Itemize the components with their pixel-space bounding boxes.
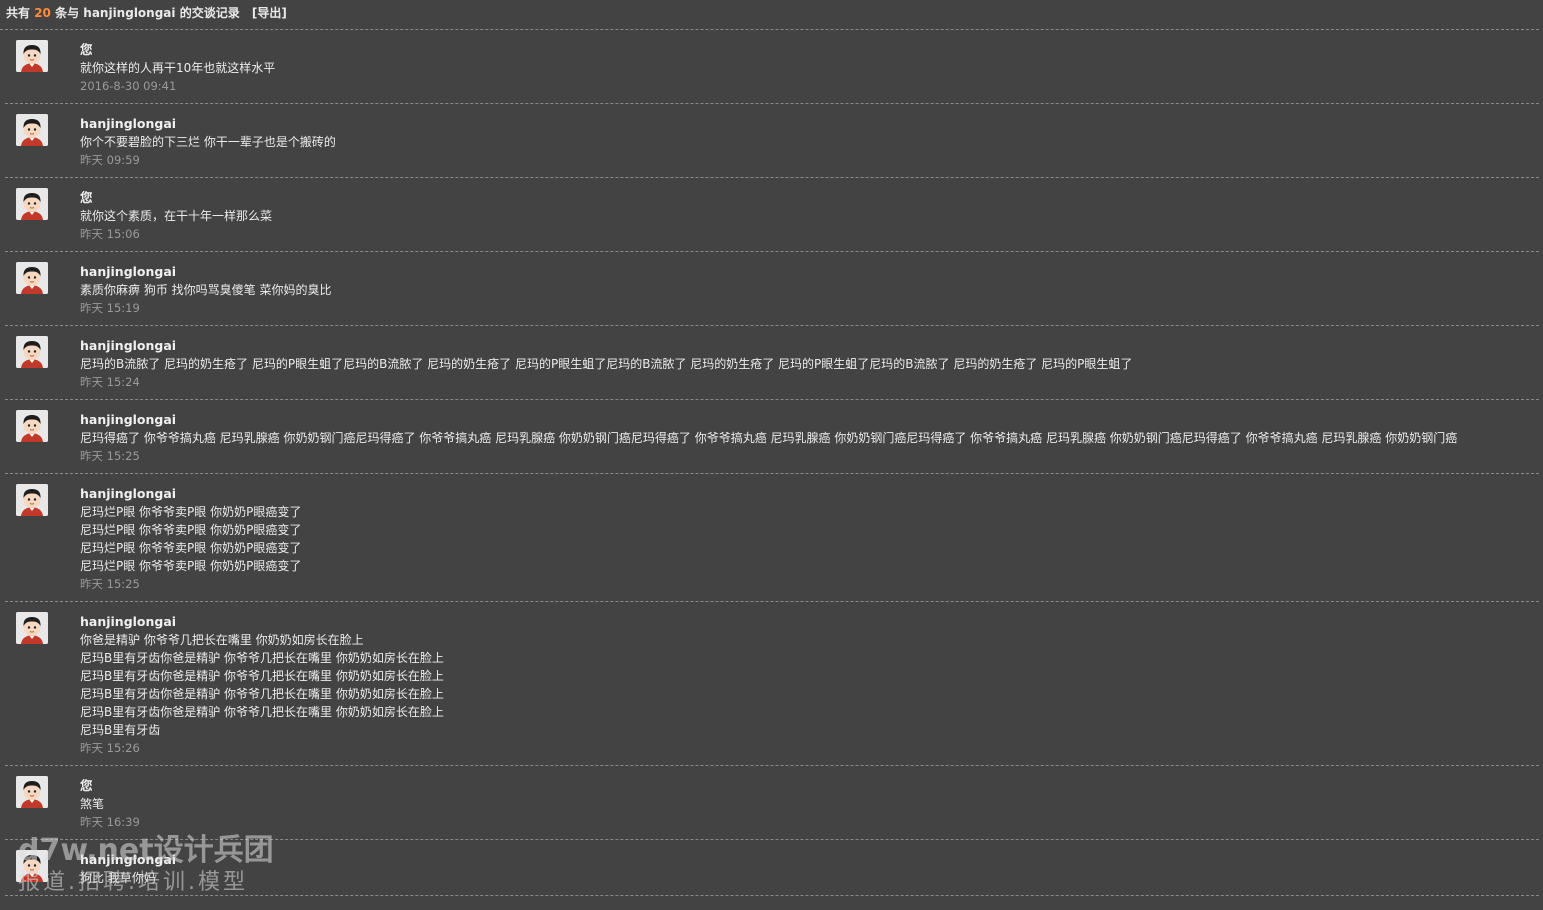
message-text: 尼玛烂P眼 你爷爷卖P眼 你奶奶P眼癌变了 — [80, 523, 302, 537]
message-item: hanjinglongai 你爸是精驴 你爷爷几把长在嘴里 你奶奶如房长在脸上 尼玛… — [5, 602, 1539, 766]
message-text: 素质你麻痹 狗币 找你吗骂臭傻笔 菜你妈的臭比 — [80, 283, 332, 297]
message-timestamp: 昨天 15:19 — [80, 301, 140, 315]
message-item: 您就你这个素质，在干十年一样那么菜 昨天 15:06 — [5, 178, 1539, 252]
message-timestamp: 昨天 15:25 — [80, 449, 140, 463]
message-text: 尼玛B里有牙齿 — [80, 723, 161, 737]
message-author[interactable]: 您 — [80, 189, 1539, 207]
message-text: 尼玛的B流脓了 尼玛的奶生疮了 尼玛的P眼生蛆了尼玛的B流脓了 尼玛的奶生疮了 … — [80, 357, 1133, 371]
message-item: hanjinglongai 尼玛得癌了 你爷爷搞丸癌 尼玛乳腺癌 你奶奶钢门癌尼玛… — [5, 400, 1539, 474]
chat-history-page: 共有 20 条与 hanjinglongai 的交谈记录 [导出] 您就你这样的… — [0, 0, 1543, 910]
message-timestamp: 昨天 15:24 — [80, 375, 140, 389]
message-author[interactable]: 您 — [80, 777, 1539, 795]
user-avatar-icon[interactable] — [16, 262, 48, 294]
message-item: 您就你这样的人再干10年也就这样水平 2016-8-30 09:41 — [5, 30, 1539, 104]
message-timestamp: 2016-8-30 09:41 — [80, 79, 177, 93]
message-text: 尼玛烂P眼 你爷爷卖P眼 你奶奶P眼癌变了 — [80, 541, 302, 555]
message-text: 煞笔 — [80, 797, 105, 811]
message-timestamp: 昨天 15:26 — [80, 741, 140, 755]
message-item: 您煞笔昨天 16:39 — [5, 766, 1539, 840]
user-avatar-icon[interactable] — [16, 612, 48, 644]
message-text: 尼玛烂P眼 你爷爷卖P眼 你奶奶P眼癌变了 — [80, 505, 302, 519]
message-timestamp: 昨天 15:25 — [80, 577, 140, 591]
header-suffix: 条与 hanjinglongai 的交谈记录 — [55, 6, 240, 20]
message-author[interactable]: hanjinglongai — [80, 115, 1539, 133]
message-text: 尼玛B里有牙齿你爸是精驴 你爷爷几把长在嘴里 你奶奶如房长在脸上 — [80, 651, 444, 665]
user-avatar-icon[interactable] — [16, 114, 48, 146]
message-timestamp: 昨天 15:06 — [80, 227, 140, 241]
message-item: hanjinglongai 尼玛的B流脓了 尼玛的奶生疮了 尼玛的P眼生蛆了尼玛的… — [5, 326, 1539, 400]
header-prefix: 共有 — [6, 6, 31, 20]
user-avatar-icon[interactable] — [16, 336, 48, 368]
message-count: 20 — [34, 6, 51, 20]
message-author[interactable]: hanjinglongai — [80, 851, 1539, 869]
message-text: 你爸是精驴 你爷爷几把长在嘴里 你奶奶如房长在脸上 — [80, 633, 364, 647]
message-text: 尼玛得癌了 你爷爷搞丸癌 尼玛乳腺癌 你奶奶钢门癌尼玛得癌了 你爷爷搞丸癌 尼玛… — [80, 431, 1458, 445]
user-avatar-icon[interactable] — [16, 484, 48, 516]
message-text: 尼玛烂P眼 你爷爷卖P眼 你奶奶P眼癌变了 — [80, 559, 302, 573]
message-author[interactable]: hanjinglongai — [80, 411, 1539, 429]
message-text: 狗比 我草你妈 — [80, 871, 156, 885]
history-header: 共有 20 条与 hanjinglongai 的交谈记录 [导出] — [0, 0, 1539, 30]
user-avatar-icon[interactable] — [16, 188, 48, 220]
message-item: hanjinglongai 狗比 我草你妈 — [5, 840, 1539, 896]
message-text: 尼玛B里有牙齿你爸是精驴 你爷爷几把长在嘴里 你奶奶如房长在脸上 — [80, 705, 444, 719]
message-timestamp: 昨天 09:59 — [80, 153, 140, 167]
user-avatar-icon[interactable] — [16, 40, 48, 72]
message-item: hanjinglongai 尼玛烂P眼 你爷爷卖P眼 你奶奶P眼癌变了 尼玛烂P眼 … — [5, 474, 1539, 602]
message-item: hanjinglongai 你个不要碧脸的下三烂 你干一辈子也是个搬砖的 昨天 09… — [5, 104, 1539, 178]
message-text: 就你这样的人再干10年也就这样水平 — [80, 61, 276, 75]
message-timestamp: 昨天 16:39 — [80, 815, 140, 829]
message-text: 就你这个素质，在干十年一样那么菜 — [80, 209, 273, 223]
message-text: 尼玛B里有牙齿你爸是精驴 你爷爷几把长在嘴里 你奶奶如房长在脸上 — [80, 669, 444, 683]
message-author[interactable]: hanjinglongai — [80, 613, 1539, 631]
user-avatar-icon[interactable] — [16, 410, 48, 442]
message-list: 您就你这样的人再干10年也就这样水平 2016-8-30 09:41 hanjing… — [0, 30, 1543, 896]
export-link[interactable]: [导出] — [252, 6, 287, 20]
message-author[interactable]: hanjinglongai — [80, 263, 1539, 281]
message-author[interactable]: 您 — [80, 41, 1539, 59]
message-text: 尼玛B里有牙齿你爸是精驴 你爷爷几把长在嘴里 你奶奶如房长在脸上 — [80, 687, 444, 701]
message-author[interactable]: hanjinglongai — [80, 337, 1539, 355]
message-author[interactable]: hanjinglongai — [80, 485, 1539, 503]
user-avatar-icon[interactable] — [16, 776, 48, 808]
message-text: 你个不要碧脸的下三烂 你干一辈子也是个搬砖的 — [80, 135, 336, 149]
message-item: hanjinglongai 素质你麻痹 狗币 找你吗骂臭傻笔 菜你妈的臭比 昨天 1… — [5, 252, 1539, 326]
user-avatar-icon[interactable] — [16, 850, 48, 882]
